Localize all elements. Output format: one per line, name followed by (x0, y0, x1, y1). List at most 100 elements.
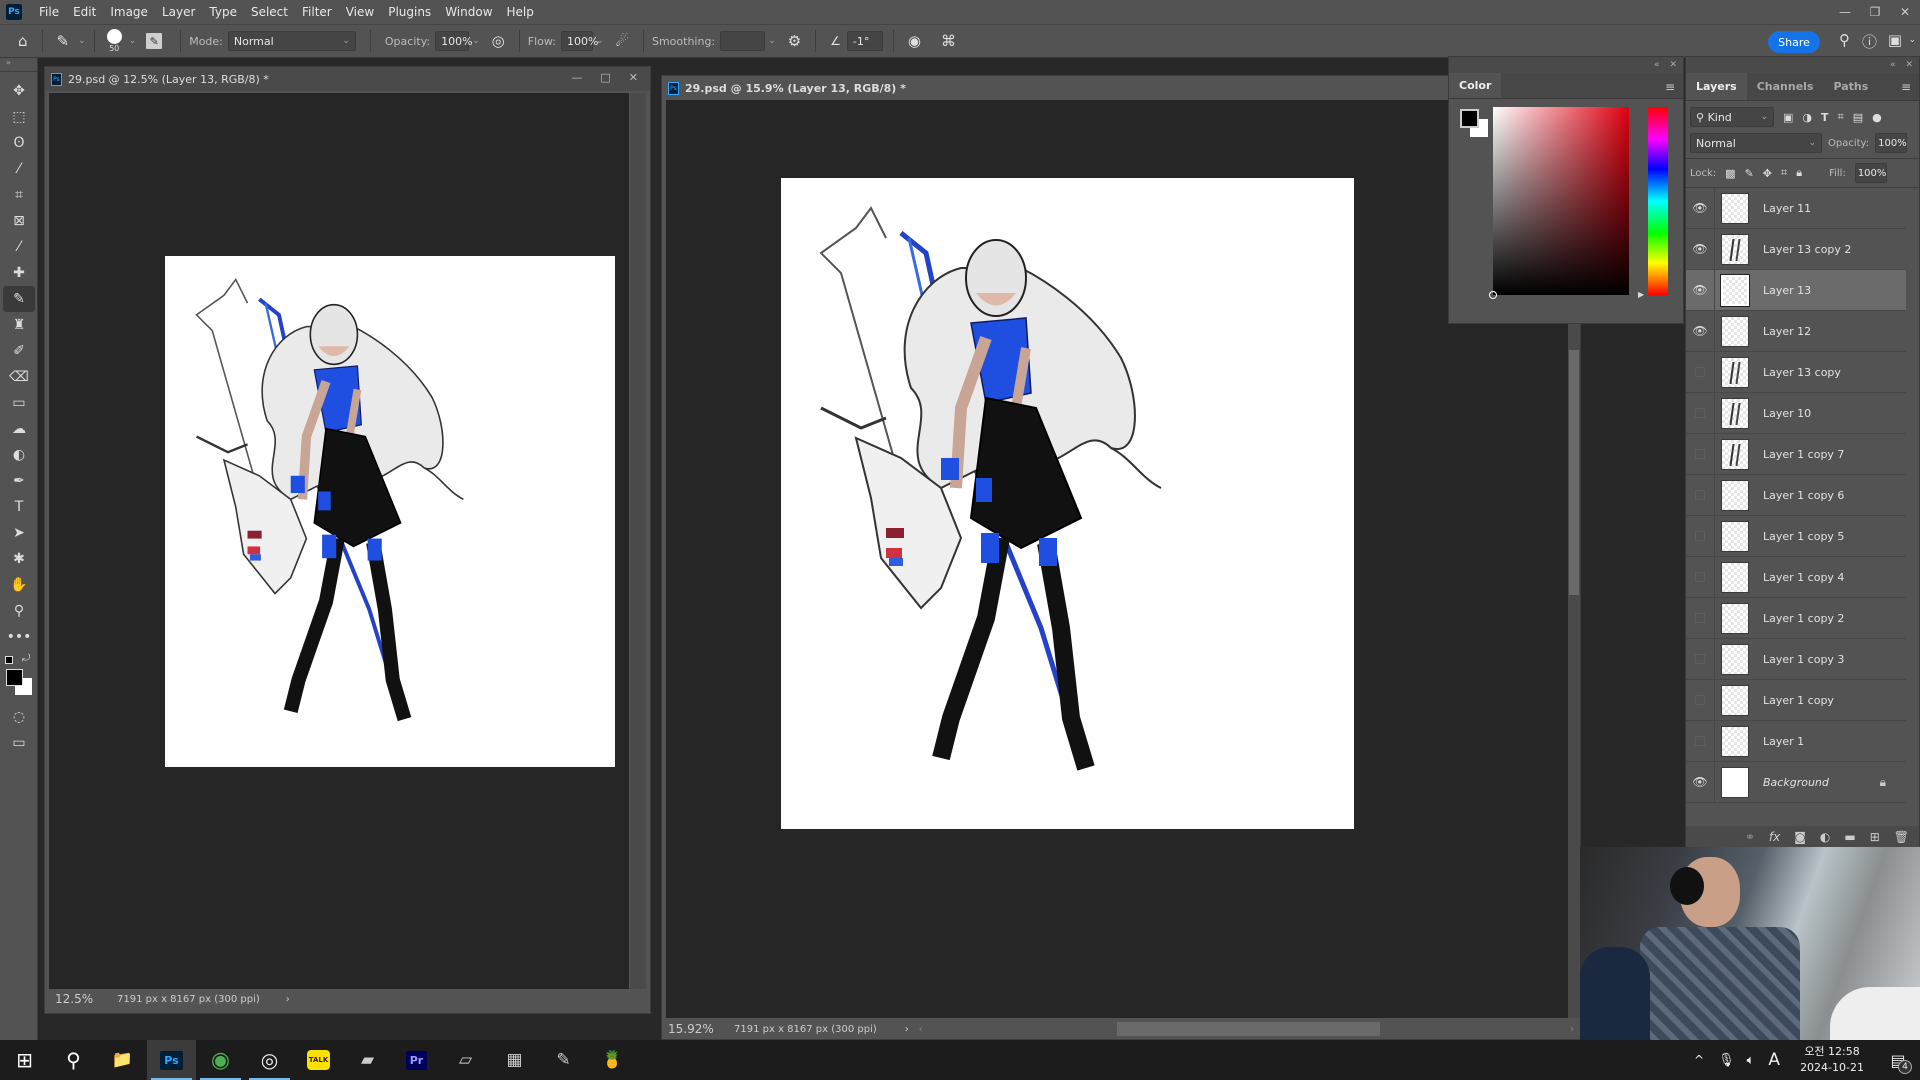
eraser-tool[interactable]: ⌫ (0, 364, 38, 390)
tab-color[interactable]: Color (1449, 73, 1502, 98)
menu-edit[interactable]: Edit (66, 5, 103, 19)
clock[interactable]: 오전 12:58 2024-10-21 (1800, 1044, 1864, 1076)
close-document-button[interactable]: ✕ (629, 71, 638, 84)
artwork-canvas[interactable] (781, 178, 1354, 829)
default-colors-icon[interactable] (5, 656, 13, 664)
visibility-toggle[interactable] (1686, 613, 1714, 623)
chevron-right-icon[interactable]: › (286, 994, 290, 1005)
tab-channels[interactable]: Channels (1747, 73, 1824, 100)
document-tab-2[interactable]: Ps 29.psd @ 15.9% (Layer 13, RGB/8) * (662, 76, 1580, 100)
visibility-eye-icon[interactable]: 👁︎ (1686, 775, 1714, 789)
path-selection-tool[interactable]: ➤ (0, 520, 38, 546)
menu-help[interactable]: Help (500, 5, 541, 19)
pixel-filter-icon[interactable]: ▣ (1783, 111, 1793, 124)
airbrush-icon[interactable]: ☄ (616, 32, 629, 50)
visibility-toggle[interactable] (1686, 654, 1714, 664)
chevron-down-icon[interactable]: ⌄ (472, 36, 480, 46)
menu-filter[interactable]: Filter (295, 5, 339, 19)
hand-tool[interactable]: ✋ (0, 572, 38, 598)
gradient-tool[interactable]: ▭ (0, 390, 38, 416)
frame-tool[interactable]: ⊠ (0, 208, 38, 234)
visibility-toggle[interactable] (1686, 408, 1714, 418)
color-swatches[interactable]: ⤾ (0, 653, 37, 696)
visibility-toggle[interactable] (1686, 572, 1714, 582)
foreground-color-swatch[interactable] (6, 669, 23, 686)
lock-position-icon[interactable]: ✥ (1763, 167, 1772, 180)
workspace-icon[interactable]: ▣ (1888, 31, 1902, 49)
menu-window[interactable]: Window (438, 5, 499, 19)
lock-pixels-icon[interactable]: ✎ (1745, 167, 1754, 180)
flow-input[interactable]: 100% (560, 31, 598, 51)
mask-icon[interactable]: ◙ (1794, 830, 1806, 844)
eyedropper-tool[interactable]: ⁄ (0, 234, 38, 260)
visibility-toggle[interactable] (1686, 531, 1714, 541)
lock-all-icon[interactable]: 🔒︎ (1796, 166, 1802, 180)
taskbar-obs[interactable]: ◎ (245, 1040, 294, 1080)
lock-transparency-icon[interactable]: ▩ (1725, 167, 1735, 180)
menu-layer[interactable]: Layer (155, 5, 202, 19)
chevron-down-icon[interactable]: ⌄ (78, 36, 86, 46)
horizontal-scroll-thumb[interactable] (1117, 1022, 1380, 1036)
edit-toolbar[interactable]: ••• (0, 624, 38, 650)
color-picker-cursor[interactable] (1489, 291, 1497, 299)
share-button[interactable]: Share (1768, 31, 1820, 53)
pressure-opacity-icon[interactable]: ◎ (492, 32, 505, 50)
smoothing-input[interactable] (720, 31, 766, 51)
layer-row[interactable]: 👁︎ Background 🔒︎ (1686, 761, 1906, 803)
brush-preset-icon[interactable]: ✎ (57, 32, 70, 50)
layer-row[interactable]: Layer 13 copy (1686, 351, 1906, 393)
fill-input[interactable]: 100% (1854, 163, 1887, 183)
restore-button[interactable]: ❐ (1860, 0, 1890, 24)
layer-row[interactable]: 👁︎ Layer 13 (1686, 269, 1906, 311)
taskbar-notepad-app[interactable]: ▱ (441, 1040, 490, 1080)
notification-center-button[interactable]: ▤ 4 (1876, 1040, 1920, 1080)
visibility-toggle[interactable] (1686, 736, 1714, 746)
quick-mask-icon[interactable]: ◌ (0, 704, 38, 730)
scroll-left-icon[interactable]: ‹ (919, 1024, 923, 1035)
crop-tool[interactable]: ⌗ (0, 182, 38, 208)
help-icon[interactable]: ⓘ (1862, 31, 1877, 52)
layer-row[interactable]: Layer 10 (1686, 392, 1906, 434)
adjustment-filter-icon[interactable]: ◑ (1802, 111, 1812, 124)
chevron-right-icon[interactable]: › (905, 1024, 909, 1035)
layer-row[interactable]: Layer 1 (1686, 720, 1906, 762)
gear-icon[interactable]: ⚙ (788, 32, 801, 50)
scroll-thumb[interactable] (1569, 350, 1579, 595)
artwork-canvas[interactable] (165, 256, 615, 767)
clone-stamp-tool[interactable]: ♜ (0, 312, 38, 338)
smart-object-filter-icon[interactable]: ▤ (1853, 111, 1863, 124)
new-layer-icon[interactable]: ⊞ (1870, 830, 1880, 844)
foreground-color-swatch[interactable] (1460, 109, 1479, 128)
menu-view[interactable]: View (339, 5, 381, 19)
angle-input[interactable]: -1° (846, 31, 883, 51)
history-brush-tool[interactable]: ✐ (0, 338, 38, 364)
chevron-down-icon[interactable]: ⌄ (596, 36, 604, 46)
layer-row[interactable]: 👁︎ Layer 12 (1686, 310, 1906, 352)
menu-plugins[interactable]: Plugins (381, 5, 438, 19)
taskbar-misc-app[interactable]: 🍍 (588, 1040, 637, 1080)
taskbar-premiere[interactable]: Pr (392, 1040, 441, 1080)
type-tool[interactable]: T (0, 494, 38, 520)
vertical-scrollbar[interactable] (630, 93, 646, 989)
taskbar-photoshop[interactable]: Ps (147, 1040, 196, 1080)
custom-shape-tool[interactable]: ✱ (0, 546, 38, 572)
marquee-tool[interactable]: ⬚ (0, 104, 38, 130)
taskbar-file-explorer[interactable]: 📁 (98, 1040, 147, 1080)
pen-tool[interactable]: ✒ (0, 468, 38, 494)
layer-row[interactable]: Layer 1 copy 3 (1686, 638, 1906, 680)
zoom-tool[interactable]: ⚲ (0, 598, 38, 624)
shape-filter-icon[interactable]: ⌗ (1838, 110, 1844, 124)
chevron-down-icon[interactable]: ⌄ (1908, 35, 1916, 45)
close-button[interactable]: ✕ (1890, 0, 1920, 24)
taskbar-start[interactable]: ⊞ (0, 1040, 49, 1080)
panel-menu-icon[interactable]: ≡ (1665, 80, 1675, 94)
visibility-toggle[interactable] (1686, 367, 1714, 377)
visibility-toggle[interactable] (1686, 490, 1714, 500)
home-icon[interactable]: ⌂ (18, 32, 28, 50)
blend-mode-select[interactable]: Normal ⌄ (1690, 133, 1822, 153)
layer-row[interactable]: Layer 1 copy 7 (1686, 433, 1906, 475)
lock-artboard-icon[interactable]: ⌗ (1781, 166, 1787, 180)
brush-tool[interactable]: ✎ (3, 286, 35, 312)
screen-mode-icon[interactable]: ▭ (0, 730, 38, 756)
blur-tool[interactable]: ☁ (0, 416, 38, 442)
